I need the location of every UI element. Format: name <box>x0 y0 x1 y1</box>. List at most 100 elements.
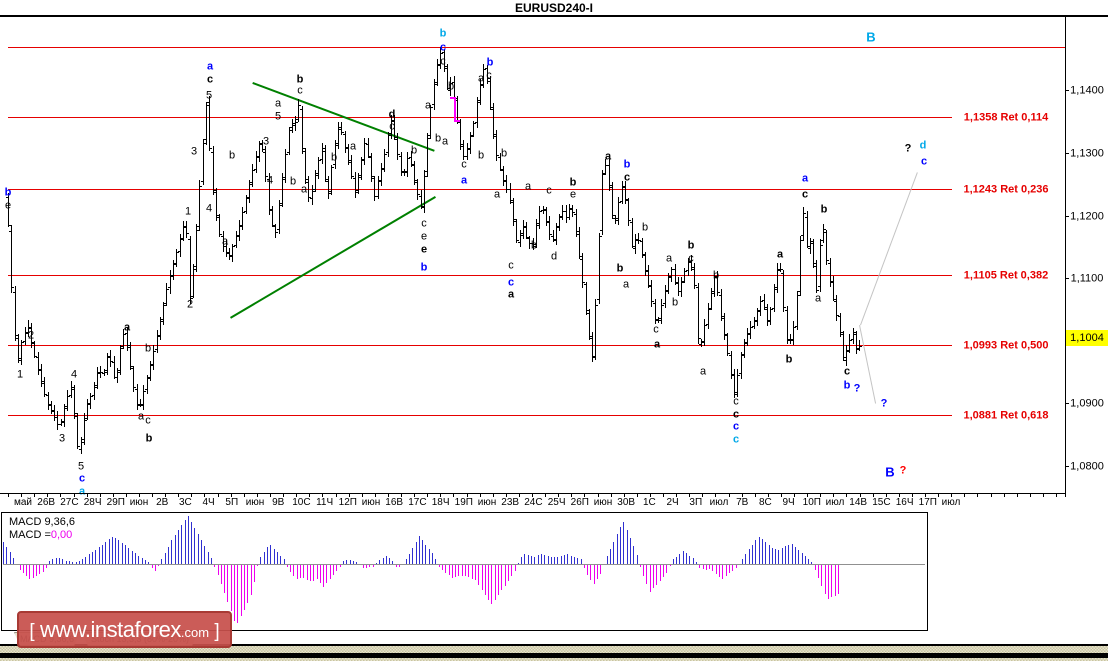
time-axis-minor-tick <box>427 494 428 497</box>
ohlc-open-tick <box>188 239 190 240</box>
ohlc-open-tick <box>184 226 186 227</box>
macd-bar-negative <box>234 565 235 621</box>
macd-bar-positive <box>772 548 773 564</box>
time-axis-label: 16В <box>385 497 404 508</box>
ohlc-bar <box>183 221 184 241</box>
ohlc-open-tick <box>191 296 193 297</box>
price-axis-tick <box>1065 90 1069 91</box>
macd-bar-positive <box>534 557 535 564</box>
ohlc-open-tick <box>471 135 473 136</box>
ohlc-bar <box>579 227 580 259</box>
macd-bar-positive <box>782 548 783 564</box>
ohlc-open-tick <box>851 339 853 340</box>
macd-bar-negative <box>33 565 34 578</box>
footer-scroll-strip <box>0 653 1108 658</box>
ohlc-close-tick <box>210 148 212 149</box>
macd-zero-line <box>3 564 925 565</box>
macd-bar-negative <box>297 565 298 579</box>
time-axis-label: июн <box>129 497 149 508</box>
macd-bar-negative <box>838 565 839 594</box>
ohlc-open-tick <box>155 349 157 350</box>
ohlc-open-tick <box>673 269 675 270</box>
wave-label-d: d <box>550 250 558 263</box>
ohlc-bar <box>562 205 563 220</box>
current-price-tag: 1,1004 <box>1066 330 1108 346</box>
wave-label-b: b <box>289 175 297 188</box>
ohlc-open-tick <box>349 162 351 163</box>
macd-bar-positive <box>676 557 677 564</box>
ohlc-bar <box>467 143 468 160</box>
ohlc-open-tick <box>669 276 671 277</box>
ohlc-open-tick <box>791 339 793 340</box>
macd-bar-negative <box>501 565 502 590</box>
ohlc-open-tick <box>49 405 51 406</box>
macd-bar-positive <box>118 540 119 564</box>
price-plot-canvas[interactable] <box>0 17 1065 493</box>
time-axis-minor-tick <box>336 494 337 497</box>
macd-bar-negative <box>656 565 657 585</box>
ohlc-bar <box>302 106 303 154</box>
fib-line-2 <box>8 275 952 276</box>
time-axis-label: 26П <box>570 497 589 508</box>
macd-bar-positive <box>13 558 14 564</box>
ohlc-bar <box>15 286 16 341</box>
ohlc-open-tick <box>626 200 628 201</box>
ohlc-open-tick <box>174 263 176 264</box>
ohlc-open-tick <box>521 233 523 234</box>
ohlc-bar <box>645 252 646 276</box>
ohlc-open-tick <box>435 82 437 83</box>
ohlc-open-tick <box>590 338 592 339</box>
ohlc-open-tick <box>580 259 582 260</box>
logo-bracket-left: [ <box>29 621 40 642</box>
macd-bar-negative <box>650 565 651 592</box>
macd-bar-positive <box>211 558 212 564</box>
wave-label-b: b <box>144 342 152 355</box>
macd-bar-positive <box>135 553 136 564</box>
ohlc-open-tick <box>468 148 470 149</box>
ohlc-open-tick <box>283 177 285 178</box>
macd-bar-negative <box>455 565 456 577</box>
wave-label-b: b <box>330 151 338 164</box>
wave-label-2: 2 <box>27 329 35 342</box>
ohlc-bar <box>523 220 524 239</box>
wave-label-b: b <box>530 239 538 252</box>
time-axis-minor-tick <box>1030 494 1031 497</box>
time-axis-minor-tick <box>938 494 939 497</box>
macd-bar-positive <box>132 551 133 564</box>
macd-bar-negative <box>303 565 304 578</box>
macd-bar-positive <box>610 549 611 564</box>
wave-label-5: 5 <box>205 89 213 102</box>
instaforex-logo[interactable]: [ www.instaforex.com ] <box>17 611 232 648</box>
wave-label-b: b <box>486 56 494 69</box>
macd-bar-negative <box>825 565 826 594</box>
macd-bar-positive <box>112 537 113 564</box>
ohlc-open-tick <box>52 411 54 412</box>
ohlc-open-tick <box>567 217 569 218</box>
ohlc-bar <box>289 127 290 155</box>
ohlc-open-tick <box>389 133 391 134</box>
macd-bar-positive <box>683 551 684 564</box>
wave-label-a: a <box>460 174 468 187</box>
ohlc-open-tick <box>445 68 447 69</box>
wave-label-b: b <box>623 158 631 171</box>
ohlc-close-tick <box>751 327 753 328</box>
macd-bar-positive <box>811 562 812 564</box>
ohlc-close-tick <box>794 327 796 328</box>
ohlc-open-tick <box>164 303 166 304</box>
ohlc-close-tick <box>167 289 169 290</box>
ohlc-bar <box>665 285 666 308</box>
wave-label-c: c <box>508 259 514 272</box>
macd-bar-negative <box>326 565 327 583</box>
ohlc-close-tick <box>332 167 334 168</box>
macd-bar-negative <box>732 565 733 571</box>
time-axis-minor-tick <box>991 494 992 497</box>
ohlc-open-tick <box>405 171 407 172</box>
macd-bar-positive <box>356 562 357 564</box>
macd-bar-positive <box>274 549 275 564</box>
time-axis-label: 1С <box>642 497 656 508</box>
ohlc-bar <box>242 207 243 230</box>
macd-bar-positive <box>775 549 776 564</box>
ohlc-close-tick <box>497 155 499 156</box>
ohlc-open-tick <box>323 151 325 152</box>
ohlc-open-tick <box>102 373 104 374</box>
